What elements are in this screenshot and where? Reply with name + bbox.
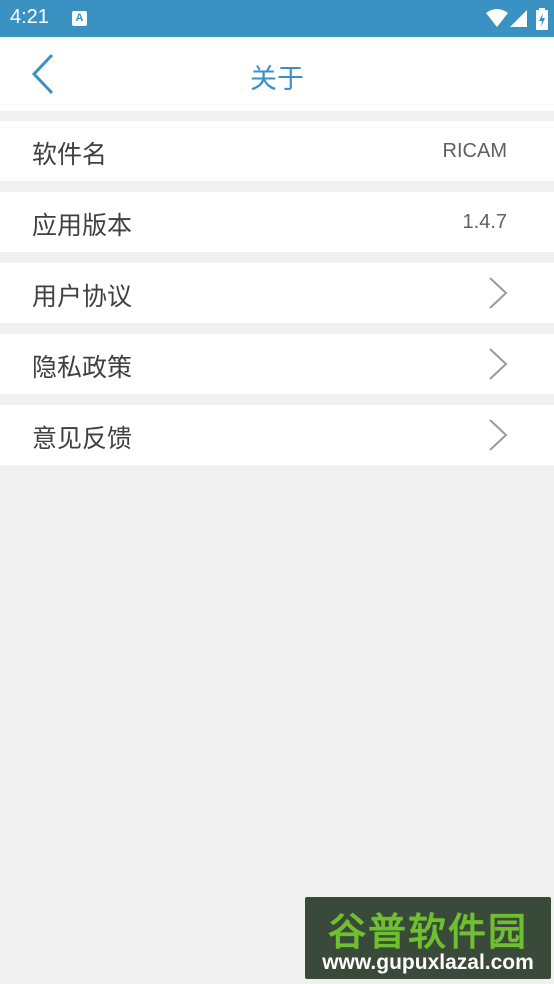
- row-label: 应用版本: [32, 211, 133, 240]
- row-feedback[interactable]: 意见反馈: [0, 405, 554, 465]
- status-bar: 4:21 A: [0, 0, 554, 37]
- app-header: 关于: [0, 37, 554, 111]
- row-value: RICAM: [442, 140, 507, 162]
- watermark-logo: 谷普软件园 www.gupuxlazal.com: [305, 897, 551, 979]
- status-time: 4:21: [10, 6, 49, 28]
- watermark-title: 谷普软件园: [327, 910, 528, 954]
- page-title: 关于: [250, 64, 304, 95]
- wifi-icon: [486, 9, 508, 27]
- chevron-right-icon: [489, 277, 508, 309]
- signal-icon: [510, 10, 527, 27]
- row-software-name: 软件名 RICAM: [0, 121, 554, 181]
- chevron-right-icon: [489, 419, 508, 451]
- row-label: 意见反馈: [32, 424, 133, 453]
- row-privacy-policy[interactable]: 隐私政策: [0, 334, 554, 394]
- row-label: 用户协议: [32, 282, 133, 311]
- battery-icon: [536, 8, 548, 30]
- notification-icon: A: [72, 11, 87, 26]
- watermark-url: www.gupuxlazal.com: [322, 951, 534, 974]
- chevron-right-icon: [489, 348, 508, 380]
- row-user-agreement[interactable]: 用户协议: [0, 263, 554, 323]
- row-app-version: 应用版本 1.4.7: [0, 192, 554, 252]
- row-value: 1.4.7: [462, 211, 507, 233]
- row-label: 隐私政策: [32, 353, 133, 382]
- about-list: 软件名 RICAM 应用版本 1.4.7 用户协议 隐私政策 意见反馈: [0, 121, 554, 476]
- row-label: 软件名: [32, 140, 108, 169]
